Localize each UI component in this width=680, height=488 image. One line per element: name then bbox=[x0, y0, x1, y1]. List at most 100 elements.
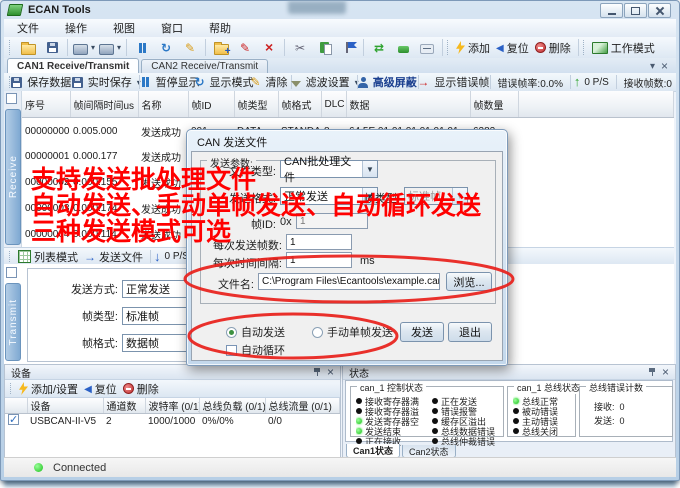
paste-button[interactable] bbox=[312, 39, 336, 57]
advanced-mask-button[interactable]: 高级屏蔽 bbox=[361, 73, 415, 91]
close-panel-icon[interactable] bbox=[662, 365, 669, 379]
cut-button[interactable] bbox=[288, 39, 312, 57]
panel-close-icon[interactable] bbox=[661, 59, 668, 73]
col-frame-format[interactable]: 帧格式 bbox=[278, 91, 321, 118]
menu-view[interactable]: 视图 bbox=[100, 20, 148, 36]
led-icon bbox=[513, 428, 519, 434]
device-checkbox[interactable] bbox=[8, 414, 19, 425]
work-mode-button[interactable]: 工作模式 bbox=[590, 39, 659, 57]
send-button[interactable]: 发送 bbox=[400, 322, 444, 342]
add-frame-button[interactable] bbox=[209, 39, 233, 57]
device-close-dropdown[interactable]: ▾ bbox=[97, 39, 123, 57]
swap-button[interactable] bbox=[367, 39, 391, 57]
window-title: ECAN Tools bbox=[28, 4, 91, 16]
auto-loop-checkbox[interactable]: 自动循环 bbox=[226, 342, 285, 358]
refresh-button[interactable] bbox=[154, 39, 178, 57]
clear-display-button[interactable]: 清除 bbox=[252, 73, 288, 91]
refresh-icon bbox=[161, 42, 171, 54]
transmit-side-tab[interactable]: Transmit bbox=[5, 283, 21, 361]
edit-icon bbox=[240, 42, 250, 54]
transmit-checkbox[interactable] bbox=[6, 267, 17, 278]
led-icon bbox=[513, 408, 519, 414]
led-item: 缓存区溢出 bbox=[432, 416, 502, 426]
clear-button[interactable] bbox=[178, 39, 202, 57]
pause-icon bbox=[139, 43, 146, 53]
auto-send-radio[interactable]: 自动发送 bbox=[226, 324, 285, 340]
pin-icon[interactable] bbox=[313, 367, 322, 377]
file-type-select[interactable]: CAN批处理文件▼ bbox=[280, 160, 378, 178]
menu-window[interactable]: 窗口 bbox=[148, 20, 196, 36]
maximize-icon bbox=[631, 7, 640, 15]
connect-button[interactable] bbox=[391, 39, 415, 57]
refresh-icon bbox=[194, 76, 204, 88]
flag-button[interactable] bbox=[336, 39, 360, 57]
receive-side-tab[interactable]: Receive bbox=[5, 109, 21, 245]
dialog-body: 发送参数: 文件类型: CAN批处理文件▼ 发送格式: 正常发送▼ 帧类型: 标… bbox=[191, 151, 503, 361]
folder-plus-icon bbox=[214, 44, 229, 55]
close-panel-icon[interactable] bbox=[327, 365, 334, 379]
show-error-frames-button[interactable]: 显示错误帧 bbox=[422, 73, 487, 91]
work-mode-icon bbox=[592, 42, 608, 54]
device-delete-button[interactable]: 删除 bbox=[121, 380, 163, 398]
device-icon bbox=[99, 44, 114, 55]
col-dlc[interactable]: DLC bbox=[321, 91, 346, 118]
col-baud[interactable]: 波特率 (0/1) bbox=[145, 398, 199, 414]
col-frame-type[interactable]: 帧类型 bbox=[234, 91, 278, 118]
menu-operate[interactable]: 操作 bbox=[52, 20, 100, 36]
lightning-icon bbox=[456, 41, 465, 54]
disconnect-button[interactable] bbox=[415, 39, 439, 57]
device-reset-button[interactable]: 复位 bbox=[82, 380, 121, 398]
interval-field[interactable]: 1 bbox=[286, 252, 352, 268]
open-file-button[interactable] bbox=[16, 39, 40, 57]
panel-menu-icon[interactable] bbox=[650, 60, 655, 72]
save-button[interactable] bbox=[40, 39, 64, 57]
manual-single-frame-radio[interactable]: 手动单帧发送 bbox=[312, 324, 393, 340]
col-interval[interactable]: 帧间隔时间us bbox=[70, 91, 138, 118]
tab-can1-status[interactable]: Can1状态 bbox=[346, 444, 400, 458]
select-all-checkbox[interactable] bbox=[6, 93, 17, 104]
can-send-file-dialog: CAN 发送文件 发送参数: 文件类型: CAN批处理文件▼ 发送格式: 正常发… bbox=[186, 129, 508, 366]
col-channels[interactable]: 通道数 bbox=[103, 398, 145, 414]
brush-icon bbox=[250, 76, 260, 88]
tab-can1[interactable]: CAN1 Receive/Transmit bbox=[7, 58, 139, 73]
add-device-button[interactable]: 添加 bbox=[454, 39, 494, 57]
pin-icon[interactable] bbox=[648, 367, 657, 377]
filename-field[interactable]: C:\Program Files\Ecantools\example.can bbox=[258, 273, 440, 290]
col-seq[interactable]: 序号 bbox=[22, 91, 70, 118]
browse-button[interactable]: 浏览... bbox=[446, 272, 492, 291]
delete-device-button[interactable]: 删除 bbox=[533, 39, 575, 57]
display-mode-button[interactable]: 显示模式 bbox=[198, 73, 252, 91]
list-mode-button[interactable]: 列表模式 bbox=[16, 248, 82, 266]
chevron-down-icon: ▾ bbox=[91, 43, 95, 52]
col-frame-id[interactable]: 帧ID bbox=[188, 91, 234, 118]
led-item: 正在发送 bbox=[432, 396, 502, 406]
status-body: can_1 控制状态 接收寄存器满 正在发送 接收寄存器溢 错误报警 发送寄存器… bbox=[345, 380, 673, 442]
pause-button[interactable] bbox=[130, 39, 154, 57]
frames-per-send-field[interactable]: 1 bbox=[286, 234, 352, 250]
maximize-button[interactable] bbox=[624, 3, 647, 18]
menu-help[interactable]: 帮助 bbox=[196, 20, 244, 36]
col-data[interactable]: 数据 bbox=[346, 91, 470, 118]
save-data-button[interactable]: 保存数据▾ bbox=[15, 73, 76, 91]
send-file-button[interactable]: 发送文件 bbox=[82, 248, 147, 266]
minimize-button[interactable] bbox=[600, 3, 623, 18]
menu-file[interactable]: 文件 bbox=[4, 20, 52, 36]
realtime-save-button[interactable]: 实时保存▾ bbox=[76, 73, 137, 91]
modify-frame-button[interactable] bbox=[233, 39, 257, 57]
col-name[interactable]: 名称 bbox=[138, 91, 188, 118]
tab-can2[interactable]: CAN2 Receive/Transmit bbox=[141, 59, 268, 73]
filter-settings-button[interactable]: 滤波设置▾ bbox=[295, 73, 355, 91]
device-open-dropdown[interactable]: ▾ bbox=[71, 39, 97, 57]
col-load[interactable]: 总线负载 (0/1) bbox=[199, 398, 265, 414]
close-button[interactable] bbox=[648, 3, 671, 18]
pause-display-button[interactable]: 暂停显示 bbox=[143, 73, 198, 91]
col-traffic[interactable]: 总线流量 (0/1) bbox=[265, 398, 340, 414]
dlg-frame-type-select: 标准帧▼ bbox=[404, 187, 468, 205]
reset-button[interactable]: 复位 bbox=[494, 39, 533, 57]
col-device[interactable]: 设备 bbox=[27, 398, 103, 414]
col-count[interactable]: 帧数量 bbox=[470, 91, 518, 118]
exit-button[interactable]: 退出 bbox=[448, 322, 492, 342]
delete-frame-button[interactable] bbox=[257, 39, 281, 57]
device-add-setup-button[interactable]: 添加/设置 bbox=[17, 380, 82, 398]
flag-icon bbox=[346, 42, 348, 53]
